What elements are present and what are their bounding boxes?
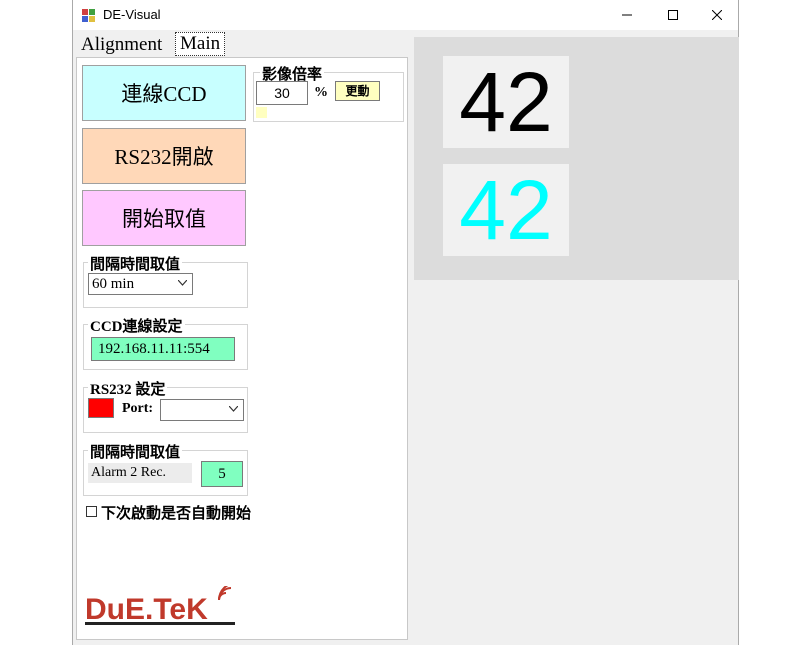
logo-text: DuE.TeK	[85, 593, 208, 626]
rs232-group-title: RS232 設定	[88, 378, 168, 399]
chevron-down-icon	[229, 406, 238, 412]
zoom-update-label: 更動	[345, 84, 370, 98]
maximize-button[interactable]	[650, 0, 696, 30]
close-icon	[712, 10, 722, 20]
rs232-status-indicator	[88, 398, 114, 418]
close-button[interactable]	[694, 0, 740, 30]
chevron-down-icon	[178, 280, 187, 286]
rs232-group: RS232 設定 Port:	[83, 378, 248, 433]
alarm-group: 間隔時間取值 Alarm 2 Rec. 5	[83, 441, 248, 496]
autostart-label: 下次啟動是否自動開始	[101, 506, 252, 522]
port-label: Port:	[122, 401, 154, 416]
value-display-bottom: 42	[443, 164, 569, 256]
rs232-open-button[interactable]: RS232開啟	[82, 128, 246, 184]
main-panel: 連線CCD RS232開啟 開始取值 影像倍率 30 % 更動 間隔時間取值 6…	[76, 57, 408, 640]
title-bar: DE-Visual	[73, 0, 738, 30]
alarm-label: Alarm 2 Rec.	[88, 463, 192, 483]
start-capture-button[interactable]: 開始取值	[82, 190, 246, 246]
connect-ccd-label: 連線CCD	[121, 82, 207, 106]
value-display-area: 42 42	[414, 37, 739, 280]
company-logo: DuE.TeK	[85, 586, 235, 626]
tab-alignment[interactable]: Alignment	[78, 32, 165, 58]
zoom-input[interactable]: 30	[256, 81, 308, 105]
app-icon	[82, 9, 95, 22]
port-select[interactable]	[160, 399, 244, 421]
zoom-group: 影像倍率 30 % 更動	[253, 63, 404, 122]
interval-select-value: 60 min	[92, 276, 135, 292]
zoom-update-button[interactable]: 更動	[335, 81, 380, 101]
autostart-checkbox[interactable]	[86, 506, 97, 517]
value-display-top: 42	[443, 56, 569, 148]
zoom-status-indicator	[256, 107, 267, 118]
alarm-group-title: 間隔時間取值	[88, 441, 183, 462]
window-title: DE-Visual	[103, 7, 161, 22]
ccd-group: CCD連線設定 192.168.11.11:554	[83, 315, 248, 370]
start-capture-label: 開始取值	[122, 207, 206, 231]
ccd-ip-field[interactable]: 192.168.11.11:554	[91, 337, 235, 361]
minimize-button[interactable]	[604, 0, 650, 30]
alarm-value-field[interactable]: 5	[201, 461, 243, 487]
minimize-icon	[622, 14, 632, 16]
interval-select[interactable]: 60 min	[88, 273, 193, 295]
maximize-icon	[668, 10, 678, 20]
connect-ccd-button[interactable]: 連線CCD	[82, 65, 246, 121]
interval-group-title: 間隔時間取值	[88, 253, 183, 274]
tab-main[interactable]: Main	[175, 32, 226, 56]
app-window: DE-Visual Alignment Main 連線CCD RS232開啟 開…	[72, 0, 739, 645]
ccd-group-title: CCD連線設定	[88, 315, 185, 336]
rs232-open-label: RS232開啟	[114, 145, 214, 169]
zoom-unit: %	[314, 85, 328, 100]
interval-group: 間隔時間取值 60 min	[83, 253, 248, 308]
